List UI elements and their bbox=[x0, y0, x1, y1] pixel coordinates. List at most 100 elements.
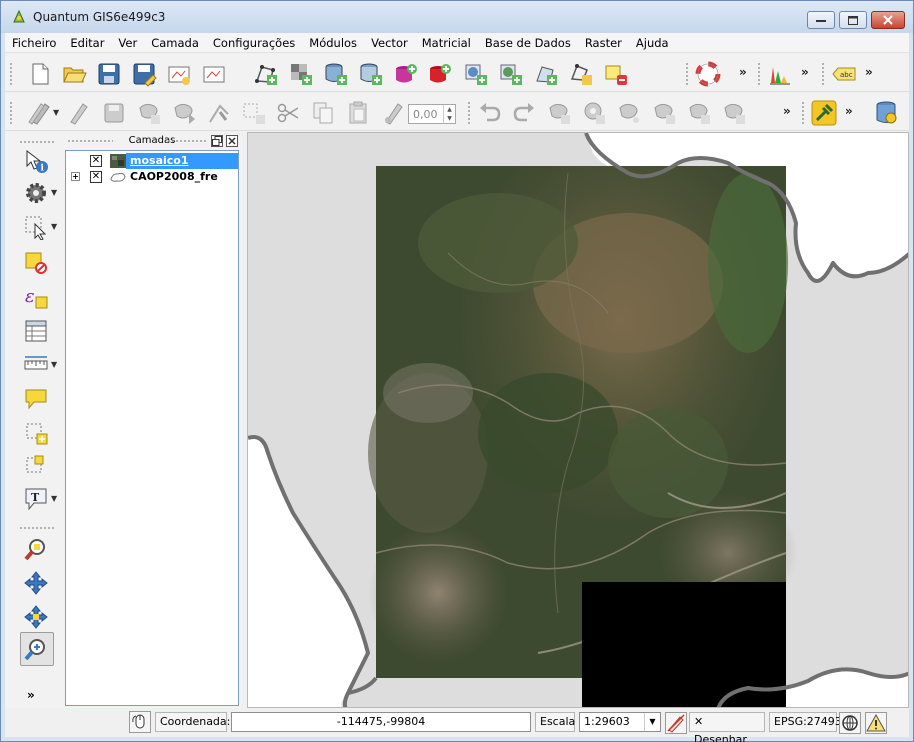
node-tool-icon[interactable] bbox=[206, 100, 232, 126]
coordinate-field[interactable]: -114475,-99804 bbox=[231, 712, 531, 732]
measure-line-icon[interactable] bbox=[23, 352, 49, 378]
layer-visibility-checkbox[interactable]: ✕ bbox=[90, 155, 102, 167]
pan-map-icon[interactable] bbox=[23, 570, 49, 596]
panel-grip[interactable] bbox=[167, 139, 207, 143]
save-as-icon[interactable] bbox=[131, 61, 157, 87]
show-bookmarks-icon[interactable] bbox=[23, 452, 49, 478]
menu-camada[interactable]: Camada bbox=[144, 33, 206, 53]
simplify-feature-icon[interactable] bbox=[546, 100, 572, 126]
rotation-spinbox[interactable]: 0,00 ▲ ▼ bbox=[408, 104, 456, 124]
toolbar-grip[interactable] bbox=[467, 101, 471, 125]
dropdown-arrow-icon[interactable]: ▼ bbox=[51, 188, 57, 197]
histogram-icon[interactable] bbox=[767, 61, 793, 87]
help-lifebuoy-icon[interactable] bbox=[695, 61, 721, 87]
add-part-icon[interactable] bbox=[616, 100, 642, 126]
map-canvas[interactable] bbox=[247, 132, 909, 708]
new-vector-layer-icon[interactable] bbox=[253, 61, 279, 87]
add-spatialite-layer-icon[interactable] bbox=[358, 61, 384, 87]
new-print-composer-icon[interactable] bbox=[166, 61, 192, 87]
plugin-tool-icon[interactable] bbox=[811, 100, 837, 126]
toolbar-grip[interactable] bbox=[757, 62, 761, 86]
redo-icon[interactable] bbox=[511, 100, 537, 126]
projection-button[interactable] bbox=[839, 712, 861, 734]
reshape-features-icon[interactable] bbox=[721, 100, 747, 126]
layer-visibility-checkbox[interactable]: ✕ bbox=[90, 171, 102, 183]
undo-icon[interactable] bbox=[477, 100, 503, 126]
menu-ajuda[interactable]: Ajuda bbox=[629, 33, 676, 53]
chevron-down-icon[interactable]: ▼ bbox=[644, 713, 660, 731]
crs-status[interactable]: EPSG:27493 bbox=[769, 712, 842, 732]
delete-selected-icon[interactable] bbox=[241, 100, 267, 126]
messages-button[interactable] bbox=[129, 711, 151, 733]
toolbar-more-icon[interactable]: » bbox=[27, 688, 35, 702]
toolbar-grip[interactable] bbox=[801, 101, 805, 125]
zoom-to-selection-icon[interactable] bbox=[23, 536, 49, 562]
delete-ring-icon[interactable] bbox=[651, 100, 677, 126]
label-tool-icon[interactable]: abc bbox=[831, 61, 857, 87]
deselect-all-icon[interactable] bbox=[23, 250, 49, 276]
cut-features-icon[interactable] bbox=[275, 100, 301, 126]
toggle-editing-icon[interactable] bbox=[65, 100, 91, 126]
rotate-label-icon[interactable] bbox=[380, 100, 406, 126]
close-panel-button[interactable] bbox=[226, 135, 238, 147]
toolbar-grip[interactable] bbox=[19, 140, 55, 144]
menu-ficheiro[interactable]: Ficheiro bbox=[5, 33, 63, 53]
paste-features-icon[interactable] bbox=[345, 100, 371, 126]
menu-configuracoes[interactable]: Configurações bbox=[206, 33, 302, 53]
map-tips-icon[interactable] bbox=[23, 386, 49, 412]
toolbar-grip[interactable] bbox=[9, 62, 13, 86]
add-ring-icon[interactable] bbox=[581, 100, 607, 126]
dropdown-arrow-icon[interactable]: ▼ bbox=[51, 222, 57, 231]
pan-to-selection-icon[interactable] bbox=[23, 604, 49, 630]
add-oracle-layer-icon[interactable] bbox=[393, 61, 419, 87]
save-edits-icon[interactable] bbox=[101, 100, 127, 126]
remove-layer-icon[interactable] bbox=[603, 61, 629, 87]
panel-grip[interactable] bbox=[67, 139, 113, 143]
toolbar-grip[interactable] bbox=[19, 526, 55, 530]
add-raster-layer-icon[interactable] bbox=[288, 61, 314, 87]
warning-button[interactable] bbox=[865, 712, 887, 734]
identify-features-icon[interactable]: i bbox=[23, 148, 49, 174]
add-mssql-layer-icon[interactable] bbox=[427, 61, 453, 87]
menu-editar[interactable]: Editar bbox=[63, 33, 111, 53]
copy-features-icon[interactable] bbox=[310, 100, 336, 126]
toolbar-grip[interactable] bbox=[821, 62, 825, 86]
layer-item-mosaico1[interactable]: ✕ mosaico1 bbox=[66, 153, 238, 169]
db-manager-icon[interactable] bbox=[873, 100, 899, 126]
menu-matricial[interactable]: Matricial bbox=[415, 33, 478, 53]
menu-modulos[interactable]: Módulos bbox=[302, 33, 364, 53]
float-panel-button[interactable] bbox=[211, 135, 223, 147]
text-annotation-icon[interactable]: T bbox=[23, 486, 49, 512]
toolbar-more-icon[interactable]: » bbox=[845, 104, 853, 118]
new-project-icon[interactable] bbox=[27, 61, 53, 87]
add-wcs-layer-icon[interactable] bbox=[498, 61, 524, 87]
new-shapefile-icon[interactable] bbox=[568, 61, 594, 87]
move-feature-icon[interactable] bbox=[171, 100, 197, 126]
attribute-table-icon[interactable] bbox=[23, 318, 49, 344]
select-features-icon[interactable] bbox=[23, 214, 49, 240]
current-edits-icon[interactable] bbox=[27, 100, 53, 126]
menu-base-de-dados[interactable]: Base de Dados bbox=[478, 33, 578, 53]
scale-combo[interactable]: 1:29603 ▼ bbox=[579, 712, 661, 732]
toolbar-more-icon[interactable]: » bbox=[739, 65, 747, 79]
open-project-icon[interactable] bbox=[61, 61, 87, 87]
dropdown-arrow-icon[interactable]: ▼ bbox=[51, 360, 57, 369]
save-project-icon[interactable] bbox=[96, 61, 122, 87]
add-postgis-layer-icon[interactable] bbox=[323, 61, 349, 87]
toolbar-more-icon[interactable]: » bbox=[801, 65, 809, 79]
maximize-button[interactable] bbox=[839, 11, 867, 29]
spin-arrows-icon[interactable]: ▲ ▼ bbox=[443, 105, 455, 123]
delete-part-icon[interactable] bbox=[686, 100, 712, 126]
map-view[interactable] bbox=[248, 133, 909, 708]
menu-raster[interactable]: Raster bbox=[578, 33, 629, 53]
dropdown-arrow-icon[interactable]: ▼ bbox=[51, 494, 57, 503]
zoom-in-icon[interactable] bbox=[23, 636, 49, 662]
menu-vector[interactable]: Vector bbox=[364, 33, 415, 53]
render-checkbox[interactable]: ✕ Desenhar bbox=[689, 712, 765, 742]
toolbar-more-icon[interactable]: » bbox=[783, 104, 791, 118]
render-suppression-button[interactable] bbox=[665, 712, 687, 734]
dropdown-arrow-icon[interactable]: ▼ bbox=[53, 108, 59, 117]
toolbar-grip[interactable] bbox=[685, 62, 689, 86]
new-bookmark-icon[interactable] bbox=[23, 420, 49, 446]
close-window-button[interactable] bbox=[871, 11, 905, 29]
